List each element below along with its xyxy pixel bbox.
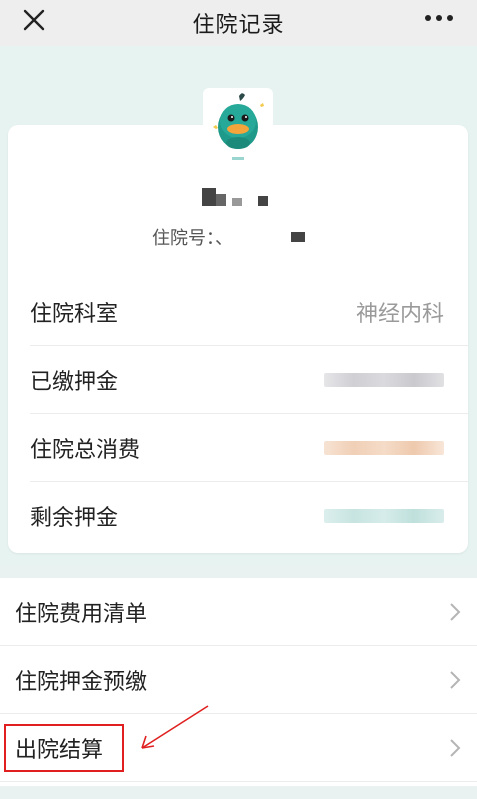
inpatient-number: 住院号：、 [152, 224, 305, 250]
menu-item-deposit-prepay[interactable]: 住院押金预缴 [0, 646, 477, 714]
total-cost-masked [324, 440, 444, 455]
info-row-label: 已缴押金 [30, 369, 119, 395]
duck-avatar-icon [203, 88, 273, 163]
info-row-value: 神经内科 [355, 301, 444, 327]
patient-name-masked [202, 188, 272, 208]
menu-item-label: 住院费用清单 [15, 601, 148, 627]
info-row-department: 住院科室 神经内科 [30, 278, 468, 346]
chevron-right-icon [450, 739, 461, 757]
annotation-arrow-icon [141, 705, 209, 749]
close-icon[interactable] [18, 4, 50, 36]
inpatient-number-masked [291, 232, 305, 242]
top-bar: 住院记录 [0, 0, 477, 46]
discharge-highlight-box [4, 724, 124, 772]
info-row-label: 剩余押金 [30, 506, 119, 531]
info-row-total-cost: 住院总消费 [30, 414, 468, 482]
deposit-paid-masked [324, 372, 444, 387]
menu-item-fee-list[interactable]: 住院费用清单 [0, 578, 477, 646]
menu-item-label: 住院押金预缴 [15, 669, 148, 695]
info-row-label: 住院总消费 [30, 437, 141, 463]
info-row-remaining-deposit: 剩余押金 [30, 482, 468, 550]
page-title: 住院记录 [192, 13, 285, 38]
more-dots-icon[interactable] [419, 6, 459, 30]
remaining-deposit-masked [324, 509, 444, 523]
chevron-right-icon [450, 603, 461, 621]
info-row-label: 住院科室 [30, 301, 119, 327]
inpatient-number-label: 住院号：、 [152, 228, 233, 249]
chevron-right-icon [450, 671, 461, 689]
info-row-deposit-paid: 已缴押金 [30, 346, 468, 414]
